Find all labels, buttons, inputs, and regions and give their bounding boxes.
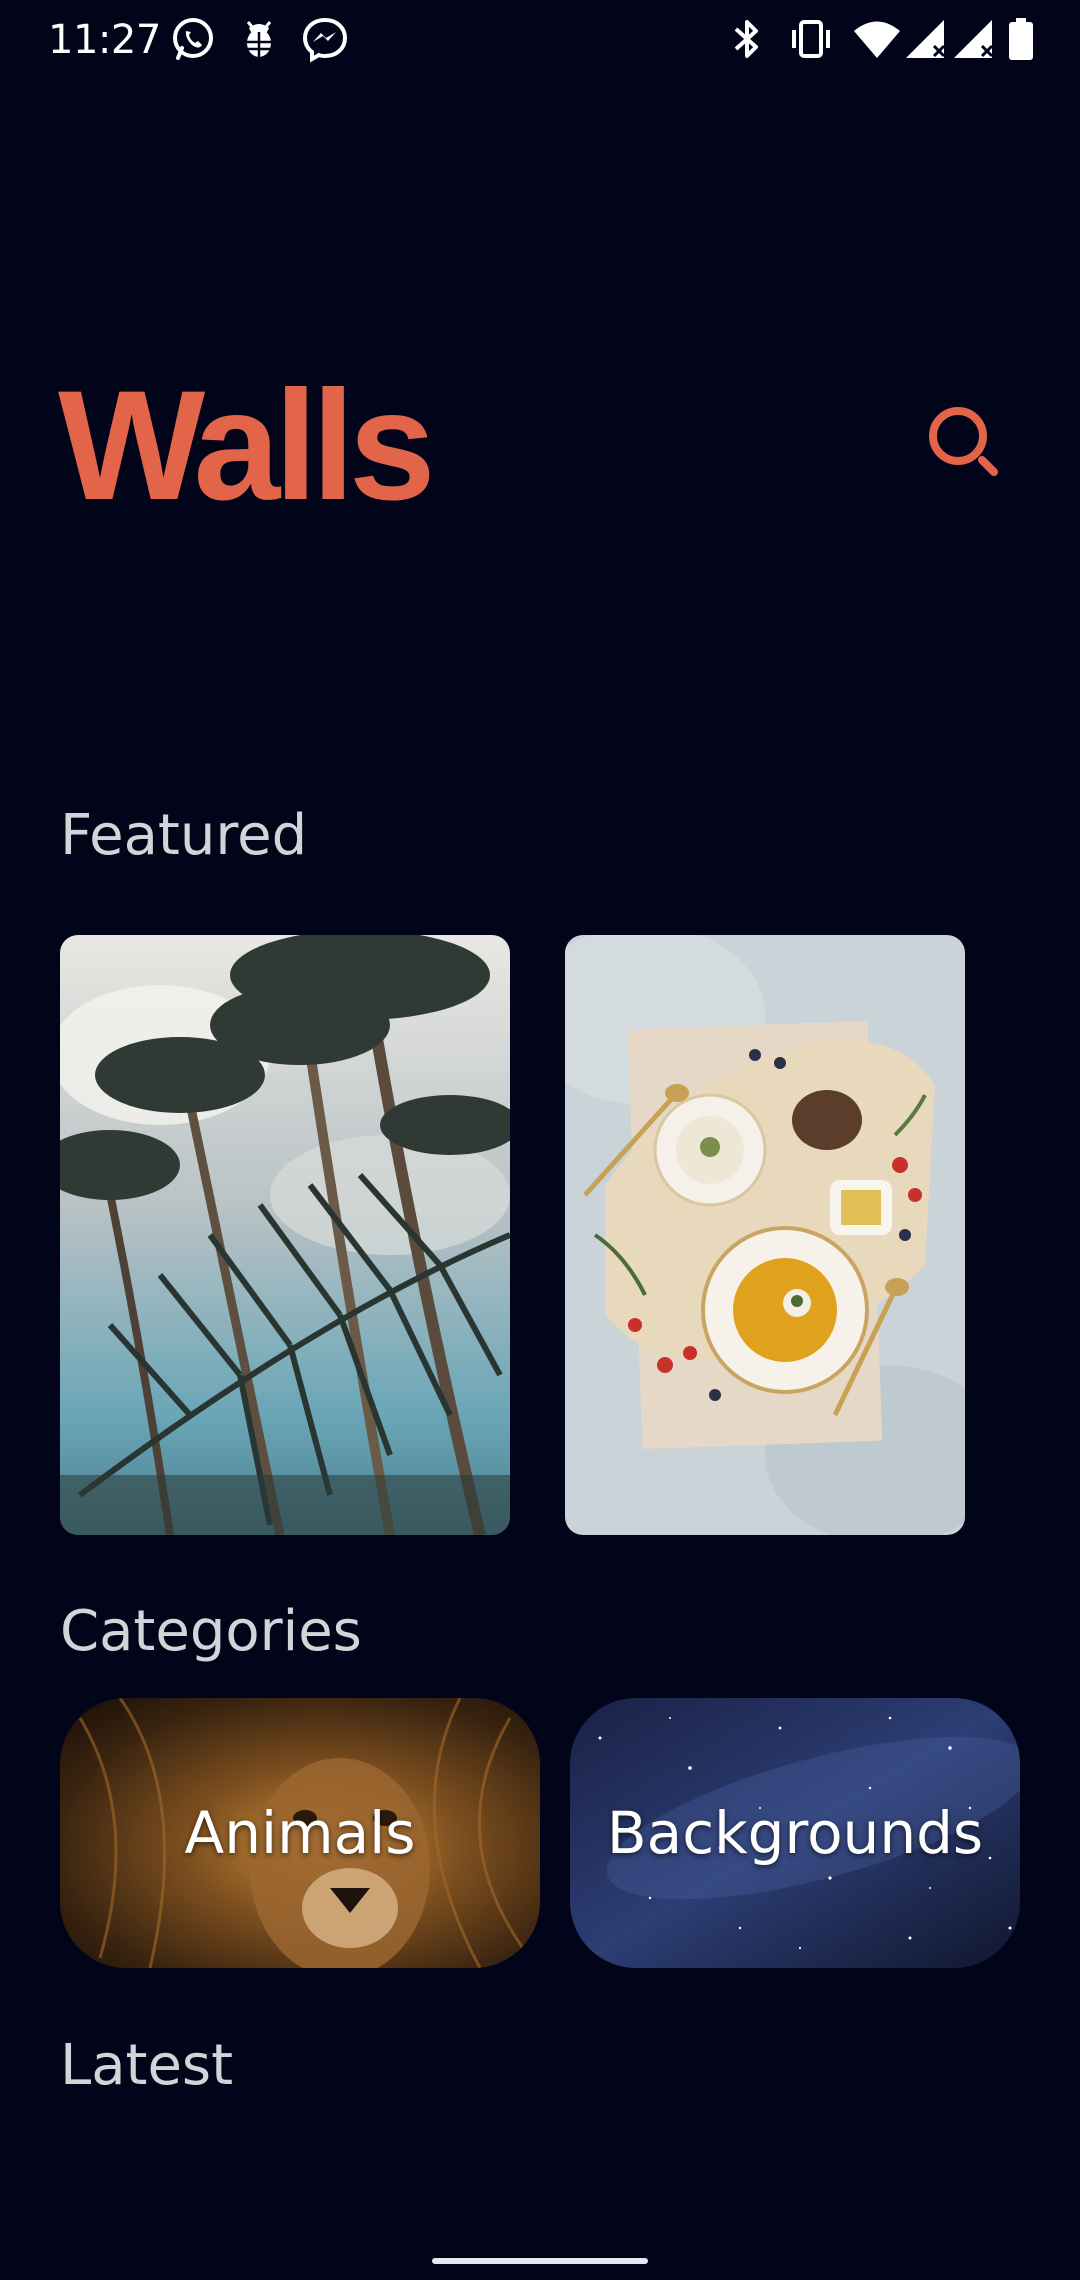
status-time: 11:27 bbox=[48, 17, 161, 63]
category-label-backgrounds: Backgrounds bbox=[606, 1799, 984, 1867]
messenger-icon bbox=[300, 14, 350, 64]
wifi-icon bbox=[852, 14, 902, 64]
featured-heading: Featured bbox=[60, 803, 308, 868]
bluetooth-icon bbox=[726, 14, 768, 64]
categories-heading: Categories bbox=[60, 1599, 362, 1664]
featured-wallpaper-palm-trees[interactable] bbox=[60, 935, 510, 1535]
signal-icon bbox=[950, 14, 1000, 64]
category-card-animals[interactable]: Animals bbox=[60, 1698, 540, 1968]
latest-heading: Latest bbox=[60, 2033, 234, 2098]
category-card-backgrounds[interactable]: Backgrounds bbox=[570, 1698, 1020, 1968]
search-button[interactable] bbox=[920, 398, 1004, 482]
search-icon bbox=[929, 407, 998, 476]
app-title: Walls bbox=[58, 359, 436, 533]
whatsapp-icon bbox=[168, 14, 218, 64]
gesture-navigation-bar[interactable] bbox=[432, 2258, 648, 2264]
signal-icon bbox=[902, 14, 952, 64]
status-bar: 11:27 bbox=[0, 0, 1080, 80]
category-label-animals: Animals bbox=[184, 1799, 416, 1867]
bug-icon bbox=[234, 14, 284, 64]
battery-icon bbox=[1002, 14, 1040, 64]
vibrate-icon bbox=[786, 14, 836, 64]
featured-wallpaper-food-table[interactable] bbox=[565, 935, 965, 1535]
